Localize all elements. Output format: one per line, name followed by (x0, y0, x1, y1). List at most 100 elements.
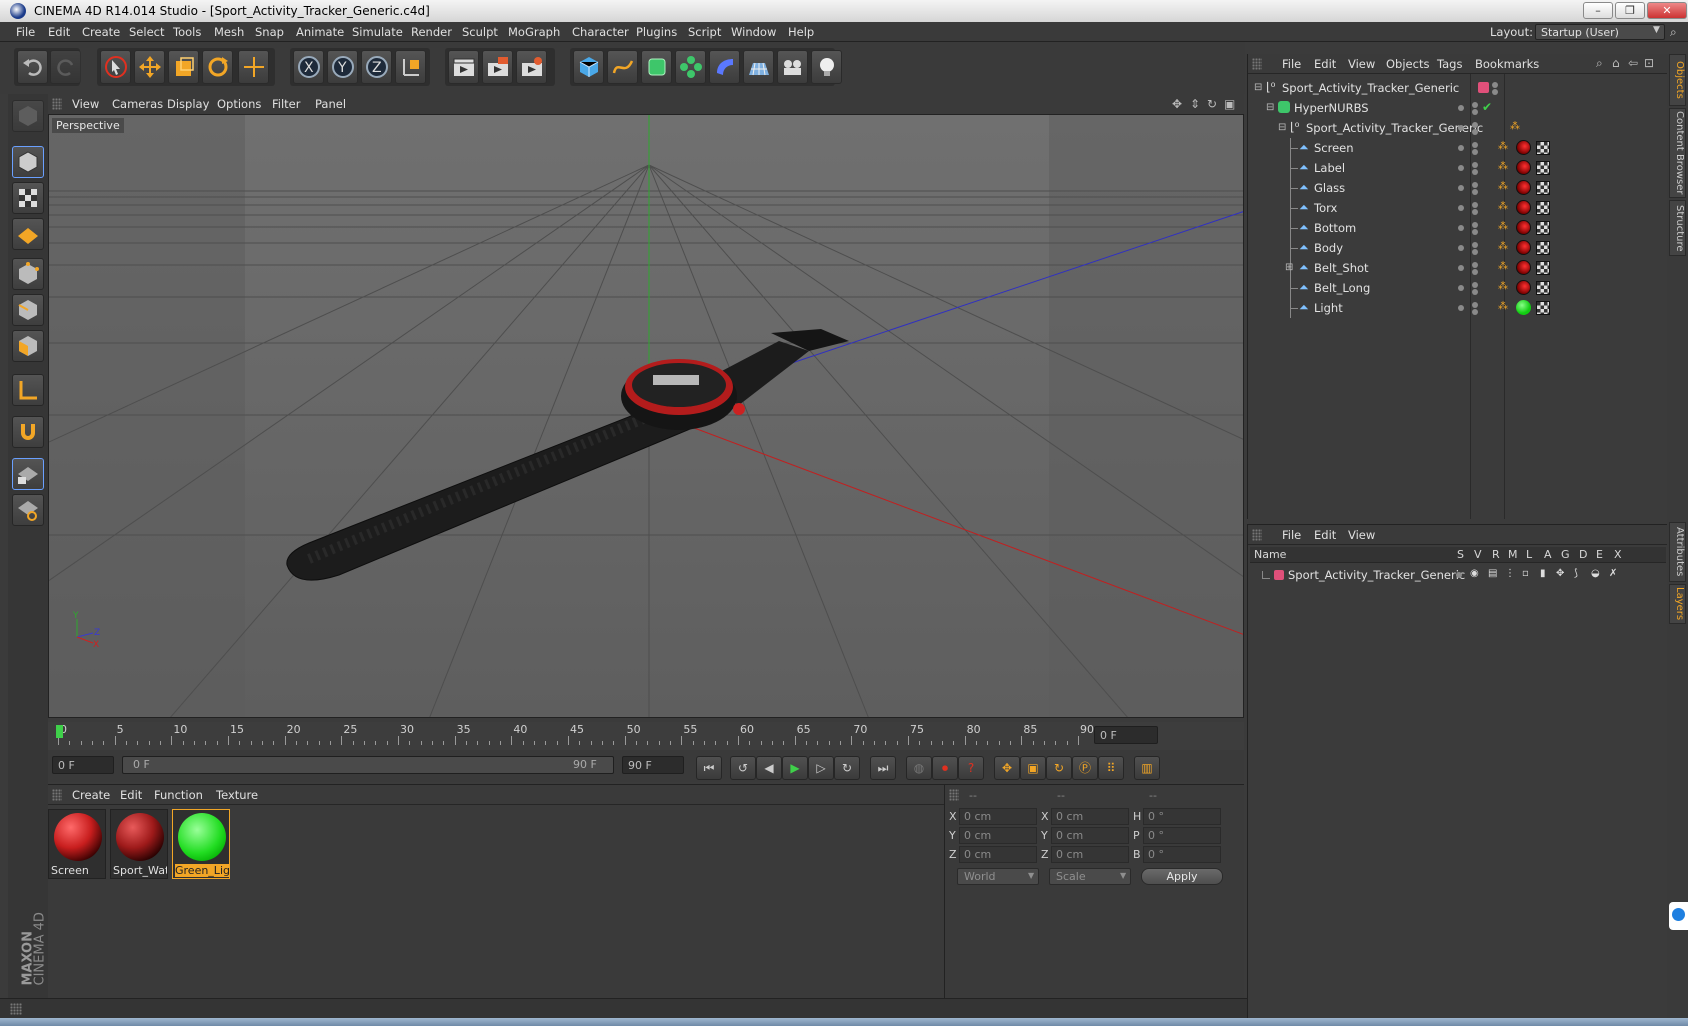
material-tag-red[interactable] (1516, 200, 1531, 215)
visibility-editor-dot[interactable] (1472, 262, 1478, 268)
playhead-marker[interactable] (56, 725, 63, 738)
object-row[interactable]: ⏶ Torx ⁂ (1248, 198, 1668, 218)
phong-tag-icon[interactable]: ⁂ (1498, 161, 1508, 172)
material-tag-red[interactable] (1516, 160, 1531, 175)
visibility-render-dot[interactable] (1472, 109, 1478, 115)
menu-animate[interactable]: Animate (296, 25, 344, 39)
timeline-window-button[interactable]: ▥ (1134, 756, 1160, 780)
vp-menu-filter[interactable]: Filter (272, 97, 300, 111)
texture-tag-checker[interactable] (1536, 261, 1550, 275)
material-swatch[interactable]: Screen (48, 809, 106, 879)
phong-tag-icon[interactable]: ⁂ (1498, 221, 1508, 232)
xref-icon[interactable]: ✗ (1609, 568, 1617, 579)
menu-create[interactable]: Create (82, 25, 120, 39)
menu-snap[interactable]: Snap (255, 25, 284, 39)
visibility-editor-dot[interactable] (1472, 222, 1478, 228)
om-menu-file[interactable]: File (1282, 57, 1301, 71)
menu-window[interactable]: Window (731, 25, 776, 39)
apply-button[interactable]: Apply (1141, 868, 1223, 885)
previous-key-button[interactable]: ↺ (730, 756, 756, 780)
mat-menu-texture[interactable]: Texture (216, 788, 258, 802)
material-tag-red[interactable] (1516, 240, 1531, 255)
material-tag-red[interactable] (1516, 260, 1531, 275)
om-menu-tags[interactable]: Tags (1437, 57, 1462, 71)
pos-z-field[interactable]: 0 cm (959, 846, 1037, 863)
visibility-render-dot[interactable] (1472, 249, 1478, 255)
visibility-render-dot[interactable] (1492, 89, 1498, 95)
enabled-check-icon[interactable]: ✔ (1482, 100, 1492, 114)
visibility-dot[interactable] (1458, 105, 1464, 111)
locked-workplane-button[interactable] (12, 458, 44, 490)
layer-color-swatch[interactable] (1274, 570, 1284, 580)
lm-menu-view[interactable]: View (1348, 528, 1375, 542)
search-icon[interactable]: ⌕ (1596, 56, 1603, 71)
z-axis-button[interactable]: Z (361, 50, 392, 84)
visibility-render-dot[interactable] (1472, 129, 1478, 135)
col-expressions[interactable]: E (1596, 548, 1603, 561)
visibility-dot[interactable] (1458, 185, 1464, 191)
texture-tag-checker[interactable] (1536, 221, 1550, 235)
restore-button[interactable]: ❐ (1615, 2, 1645, 19)
visibility-dot[interactable] (1458, 125, 1464, 131)
layer-row[interactable]: Sport_Activity_Tracker_Generic ◉ ▤ ⋮ ▫ ▮… (1248, 565, 1668, 585)
pos-y-field[interactable]: 0 cm (959, 827, 1037, 844)
texture-tag-checker[interactable] (1536, 201, 1550, 215)
visibility-render-dot[interactable] (1472, 169, 1478, 175)
phong-tag-icon[interactable]: ⁂ (1498, 281, 1508, 292)
move-tool-button[interactable] (134, 50, 165, 84)
visibility-render-dot[interactable] (1472, 149, 1478, 155)
phong-tag-icon[interactable]: ⁂ (1498, 181, 1508, 192)
vp-menu-cameras[interactable]: Cameras (112, 97, 163, 111)
visibility-dot[interactable] (1458, 145, 1464, 151)
col-locked[interactable]: L (1526, 548, 1532, 561)
menu-mograph[interactable]: MoGraph (508, 25, 560, 39)
col-xref[interactable]: X (1614, 548, 1622, 561)
material-tag-red[interactable] (1516, 220, 1531, 235)
visibility-editor-dot[interactable] (1472, 242, 1478, 248)
visibility-editor-dot[interactable] (1472, 142, 1478, 148)
tab-attributes[interactable]: Attributes (1669, 522, 1686, 582)
lock-icon[interactable]: ▫ (1522, 568, 1529, 579)
menu-file[interactable]: File (16, 25, 35, 39)
add-deformer-button[interactable] (709, 50, 740, 84)
end-frame-field[interactable]: 90 F (622, 756, 684, 774)
animation-film-icon[interactable]: ▮ (1540, 568, 1546, 579)
texture-tag-checker[interactable] (1536, 281, 1550, 295)
vp-menu-options[interactable]: Options (217, 97, 261, 111)
planar-workplane-button[interactable] (12, 494, 44, 526)
y-axis-button[interactable]: Y (327, 50, 358, 84)
object-row[interactable]: ⏶ Bottom ⁂ (1248, 218, 1668, 238)
menu-render[interactable]: Render (411, 25, 452, 39)
vp-menu-display[interactable]: Display (167, 97, 209, 111)
perspective-viewport[interactable]: Y X Z Perspective (48, 114, 1244, 718)
visibility-editor-dot[interactable] (1472, 302, 1478, 308)
layout-dropdown[interactable]: Startup (User) ▼ (1535, 24, 1665, 40)
material-tag-red[interactable] (1516, 140, 1531, 155)
expand-icon[interactable]: ⊞ (1285, 262, 1293, 273)
visibility-render-dot[interactable] (1472, 189, 1478, 195)
om-menu-objects[interactable]: Objects (1386, 57, 1429, 71)
col-solo[interactable]: S (1457, 548, 1464, 561)
new-window-icon[interactable]: ⊡ (1644, 56, 1654, 70)
polygons-mode-button[interactable] (12, 330, 44, 362)
coordinate-system-button[interactable] (395, 50, 426, 84)
key-scale-button[interactable]: ▣ (1020, 756, 1046, 780)
live-selection-button[interactable] (100, 50, 131, 84)
coordinate-space-dropdown[interactable]: World ▼ (957, 868, 1039, 885)
material-swatch[interactable]: Sport_Wat (110, 809, 168, 879)
object-row[interactable]: ⏶ Light ⁂ (1248, 298, 1668, 318)
manager-tree-icon[interactable]: ⋮ (1505, 568, 1515, 579)
material-swatch-selected[interactable]: Green_Ligh (172, 809, 230, 879)
next-key-button[interactable]: ↻ (834, 756, 860, 780)
texture-tag-checker[interactable] (1536, 181, 1550, 195)
texture-tag-checker[interactable] (1536, 241, 1550, 255)
object-row[interactable]: ⏶ Screen ⁂ (1248, 138, 1668, 158)
menu-help[interactable]: Help (788, 25, 814, 39)
mat-menu-function[interactable]: Function (154, 788, 203, 802)
key-rotation-button[interactable]: ↻ (1046, 756, 1072, 780)
rot-p-field[interactable]: 0 ° (1143, 827, 1221, 844)
eye-view-icon[interactable]: ◉ (1470, 568, 1479, 579)
undo-button[interactable] (17, 50, 48, 84)
keyframe-selection-button[interactable]: ? (958, 756, 984, 780)
points-mode-button[interactable] (12, 258, 44, 290)
